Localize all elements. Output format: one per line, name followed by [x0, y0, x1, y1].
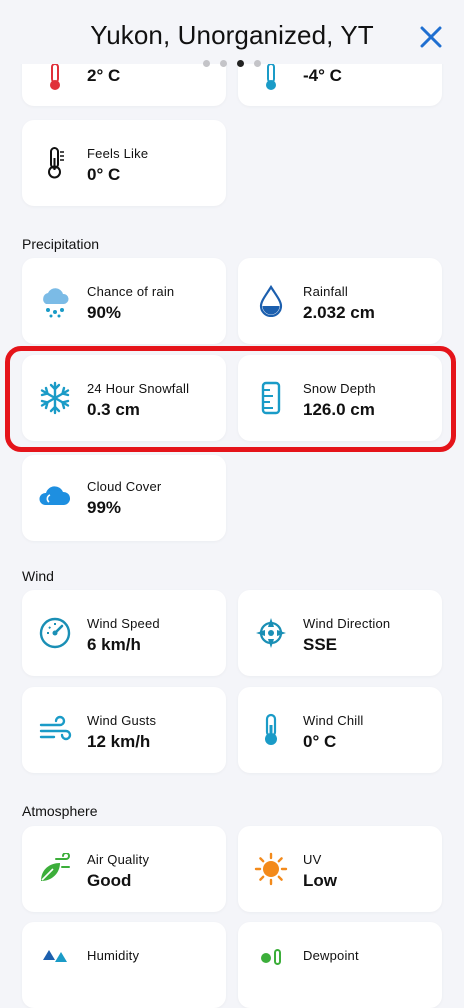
air-quality-label: Air Quality — [87, 852, 150, 867]
page-dot-active[interactable] — [237, 60, 244, 67]
feels-like-card[interactable]: Feels Like 0° C — [22, 120, 226, 206]
dewpoint-icon — [254, 944, 288, 978]
wind-speed-value: 6 km/h — [87, 635, 141, 654]
wind-direction-card[interactable]: Wind Direction SSE — [238, 590, 442, 676]
snow-depth-label: Snow Depth — [303, 381, 376, 396]
wind-chill-value: 0° C — [303, 732, 337, 751]
wind-chill-card[interactable]: Wind Chill 0° C — [238, 687, 442, 773]
close-icon — [420, 26, 442, 48]
cloud-cover-label: Cloud Cover — [87, 479, 162, 494]
ruler-icon — [254, 381, 288, 415]
chance-of-rain-label: Chance of rain — [87, 284, 175, 299]
page-dot[interactable] — [220, 60, 227, 67]
wind-direction-value: SSE — [303, 635, 338, 654]
wind-gusts-card[interactable]: Wind Gusts 12 km/h — [22, 687, 226, 773]
water-drop-icon — [254, 284, 288, 318]
rain-cloud-icon — [38, 284, 72, 318]
uv-value: Low — [303, 871, 337, 890]
cloud-cover-value: 99% — [87, 498, 122, 517]
snowflake-icon — [38, 381, 72, 415]
dewpoint-label: Dewpoint — [303, 948, 359, 963]
air-quality-card[interactable]: Air Quality Good — [22, 826, 226, 912]
page-indicator[interactable] — [0, 60, 464, 67]
weather-details-scroll[interactable]: 2° C -4° C Feels Like 0° C Precipitation… — [0, 0, 464, 1008]
cloud-cover-card[interactable]: Cloud Cover 99% — [22, 455, 226, 541]
snowfall-label: 24 Hour Snowfall — [87, 381, 190, 396]
sun-icon — [254, 852, 288, 886]
cloud-icon — [38, 479, 72, 513]
humidity-label: Humidity — [87, 948, 140, 963]
humidity-icon — [38, 944, 72, 978]
location-header: Yukon, Unorganized, YT — [0, 0, 464, 64]
wind-speed-label: Wind Speed — [87, 616, 160, 631]
snow-depth-value: 126.0 cm — [303, 400, 375, 419]
close-button[interactable] — [416, 22, 446, 52]
uv-label: UV — [303, 852, 322, 867]
wind-direction-label: Wind Direction — [303, 616, 391, 631]
wind-gusts-value: 12 km/h — [87, 732, 151, 751]
rainfall-card[interactable]: Rainfall 2.032 cm — [238, 258, 442, 344]
air-quality-value: Good — [87, 871, 132, 890]
snowfall-card[interactable]: 24 Hour Snowfall 0.3 cm — [22, 355, 226, 441]
leaf-wind-icon — [38, 852, 72, 886]
snow-depth-card[interactable]: Snow Depth 126.0 cm — [238, 355, 442, 441]
wind-speed-card[interactable]: Wind Speed 6 km/h — [22, 590, 226, 676]
section-title-precipitation: Precipitation — [22, 236, 100, 252]
thermometer-icon — [38, 146, 72, 180]
humidity-card[interactable]: Humidity — [22, 922, 226, 1008]
uv-card[interactable]: UV Low — [238, 826, 442, 912]
snowfall-value: 0.3 cm — [87, 400, 140, 419]
wind-icon — [38, 713, 72, 747]
speedometer-icon — [38, 616, 72, 650]
page-dot[interactable] — [254, 60, 261, 67]
thermometer-chill-icon — [254, 713, 288, 747]
wind-gusts-label: Wind Gusts — [87, 713, 157, 728]
section-title-atmosphere: Atmosphere — [22, 803, 98, 819]
temp-high-value: 2° C — [87, 66, 121, 85]
temp-low-value: -4° C — [303, 66, 342, 85]
dewpoint-card[interactable]: Dewpoint — [238, 922, 442, 1008]
feels-like-label: Feels Like — [87, 146, 149, 161]
rainfall-value: 2.032 cm — [303, 303, 375, 322]
chance-of-rain-value: 90% — [87, 303, 122, 322]
chance-of-rain-card[interactable]: Chance of rain 90% — [22, 258, 226, 344]
section-title-wind: Wind — [22, 568, 54, 584]
feels-like-value: 0° C — [87, 165, 121, 184]
rainfall-label: Rainfall — [303, 284, 348, 299]
location-title: Yukon, Unorganized, YT — [90, 20, 374, 50]
page-dot[interactable] — [203, 60, 210, 67]
wind-chill-label: Wind Chill — [303, 713, 364, 728]
compass-icon — [254, 616, 288, 650]
